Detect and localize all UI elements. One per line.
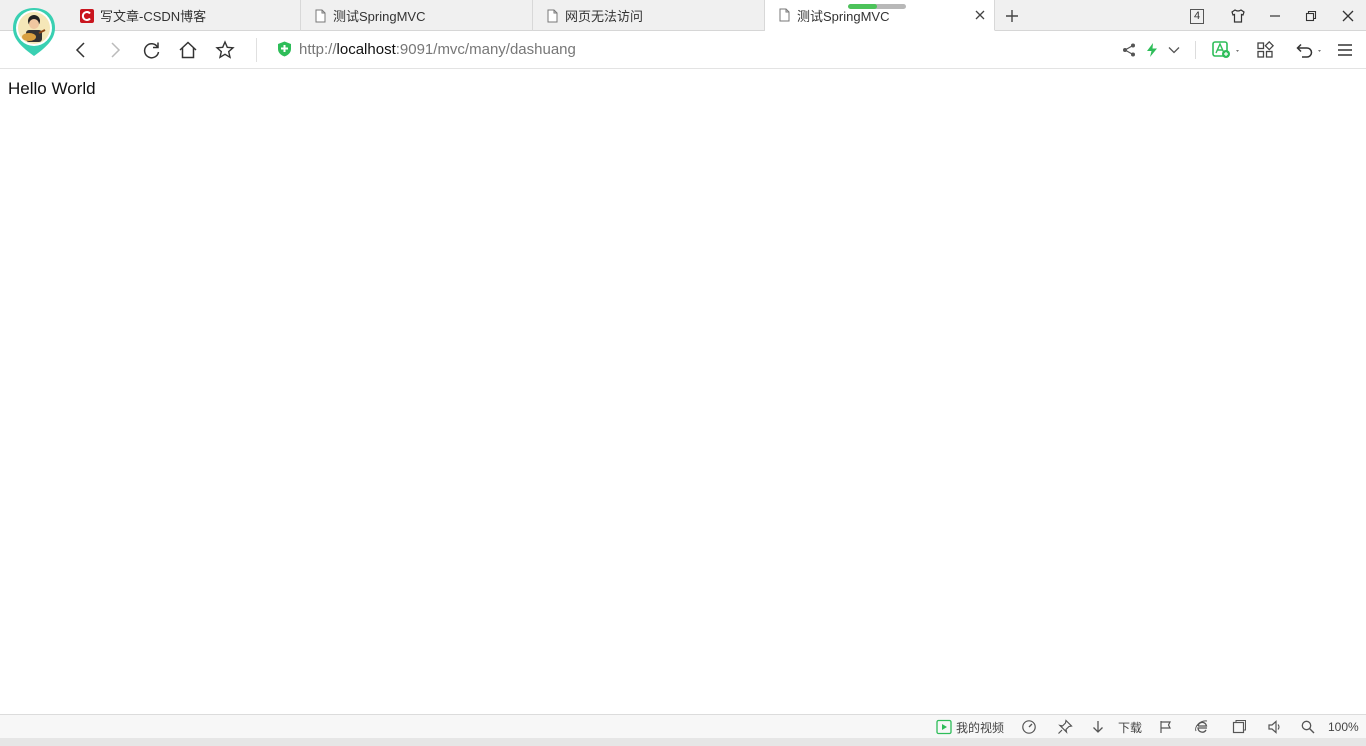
my-video-label: 我的视频 — [956, 720, 1005, 735]
translate-button[interactable] — [1210, 39, 1244, 61]
tab-title: 测试SpringMVC — [333, 9, 426, 24]
page-loading-bar — [848, 4, 906, 9]
page-loading-fill — [848, 4, 877, 9]
new-tab-button[interactable] — [1003, 7, 1021, 25]
shirt-icon — [1231, 9, 1245, 23]
undo-close-button[interactable] — [1292, 39, 1326, 61]
reload-button[interactable] — [141, 39, 163, 61]
navigation-toolbar: http://localhost:9091/mvc/many/dashuang — [0, 31, 1366, 69]
main-menu-button[interactable] — [1334, 39, 1356, 61]
star-icon — [215, 40, 235, 59]
address-bar[interactable]: http://localhost:9091/mvc/many/dashuang — [256, 38, 1186, 62]
undo-icon — [1296, 43, 1321, 58]
close-tab-icon[interactable] — [974, 9, 986, 21]
tab-spring-mvc-1[interactable]: 测试SpringMVC — [301, 0, 533, 31]
tab-page-unavailable[interactable]: 网页无法访问 — [533, 0, 765, 31]
back-arrow-icon — [75, 42, 85, 58]
skin-button[interactable] — [1227, 5, 1249, 27]
share-icon — [1123, 43, 1135, 57]
minimize-icon — [1270, 15, 1280, 17]
pin-button[interactable] — [1057, 718, 1073, 736]
speaker-icon — [1268, 720, 1280, 734]
page-icon — [545, 9, 559, 23]
pin-icon — [1058, 719, 1073, 734]
translate-icon — [1212, 41, 1239, 58]
user-avatar[interactable] — [11, 6, 57, 58]
web-page-content: Hello World — [0, 69, 1366, 714]
magnifier-icon — [1301, 720, 1315, 734]
home-button[interactable] — [177, 39, 199, 61]
url-text: http://localhost:9091/mvc/many/dashuang — [299, 41, 576, 58]
close-icon — [1342, 10, 1354, 22]
download-button[interactable]: 下载 — [1090, 718, 1142, 736]
feedback-button[interactable] — [1158, 718, 1174, 736]
page-icon — [777, 8, 791, 22]
restore-icon — [1305, 10, 1317, 22]
tab-csdn[interactable]: 写文章-CSDN博客 — [68, 0, 301, 31]
speed-test-button[interactable] — [1021, 718, 1037, 736]
mode-dropdown-button[interactable] — [1163, 39, 1185, 61]
ie-engine-icon — [1195, 720, 1208, 733]
tab-strip: 写文章-CSDN博客 测试SpringMVC 网页无法访问 测试SpringMV… — [0, 0, 1366, 56]
flag-icon — [1160, 721, 1171, 733]
close-window-button[interactable] — [1337, 5, 1359, 27]
download-arrow-icon — [1093, 721, 1103, 733]
csdn-logo-icon — [80, 8, 94, 23]
speed-mode-button[interactable] — [1141, 39, 1163, 61]
zoom-level: 100% — [1328, 720, 1359, 734]
window-mode-button[interactable] — [1231, 718, 1247, 736]
tab-title: 写文章-CSDN博客 — [100, 9, 207, 24]
window-icon — [1232, 720, 1246, 734]
apps-grid-icon — [1257, 41, 1274, 58]
chevron-down-icon — [1168, 47, 1180, 54]
mute-button[interactable] — [1267, 718, 1283, 736]
shield-icon — [277, 41, 292, 57]
my-video-button[interactable]: 我的视频 — [936, 718, 1004, 736]
page-body-text: Hello World — [8, 79, 96, 98]
video-play-icon — [936, 719, 952, 735]
download-label: 下载 — [1118, 720, 1143, 735]
back-button[interactable] — [70, 39, 92, 61]
ie-compat-button[interactable] — [1194, 718, 1210, 736]
tab-count: 4 — [1190, 8, 1204, 24]
toolbar-divider — [1195, 41, 1196, 59]
restore-button[interactable] — [1300, 5, 1322, 27]
forward-button[interactable] — [104, 39, 126, 61]
speedometer-icon — [1022, 720, 1036, 734]
tab-title: 网页无法访问 — [565, 9, 644, 24]
reload-icon — [143, 42, 160, 59]
home-icon — [179, 41, 197, 59]
bookmark-button[interactable] — [214, 39, 236, 61]
os-taskbar-edge — [0, 738, 1366, 746]
status-bar: 我的视频 下载 100% — [0, 714, 1366, 738]
apps-button[interactable] — [1254, 39, 1276, 61]
page-icon — [313, 9, 327, 23]
minimize-button[interactable] — [1264, 5, 1286, 27]
hamburger-menu-icon — [1338, 44, 1352, 56]
lightning-icon — [1147, 43, 1157, 57]
tab-count-button[interactable]: 4 — [1186, 5, 1208, 27]
forward-arrow-icon — [111, 42, 121, 58]
zoom-control[interactable]: 100% — [1300, 718, 1359, 736]
share-button[interactable] — [1118, 39, 1140, 61]
